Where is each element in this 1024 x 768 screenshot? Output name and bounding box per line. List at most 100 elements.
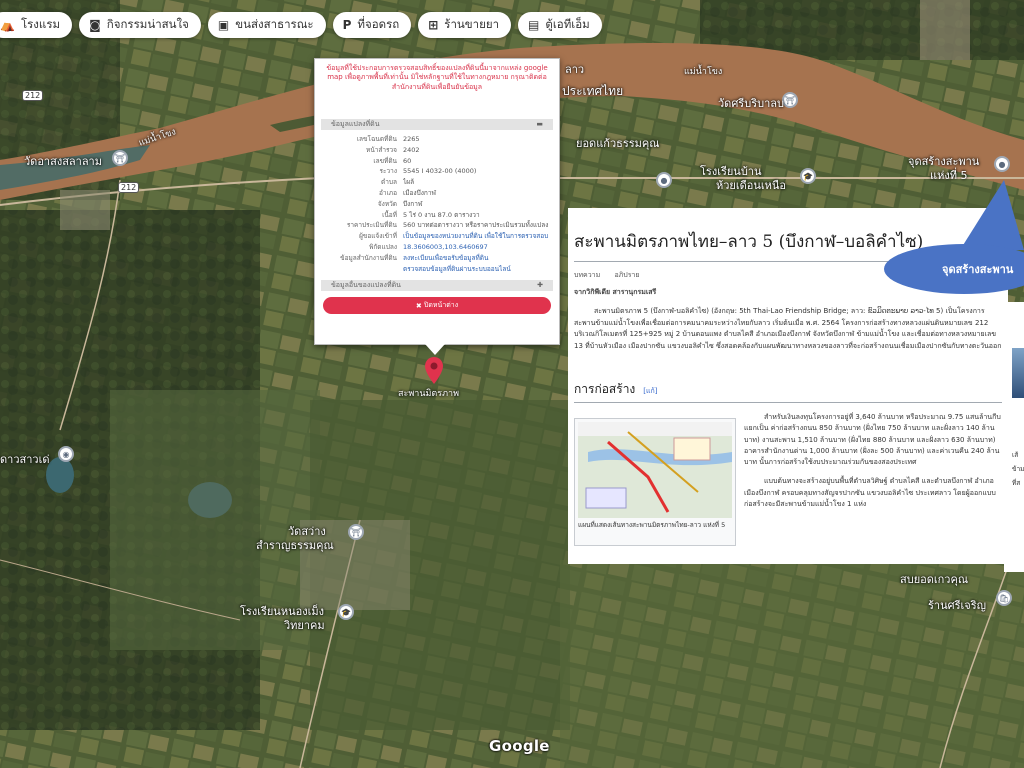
row-value: 5 ไร่ 0 งาน 87.0 ตารางวา xyxy=(403,210,480,219)
chip-label: ขนส่งสาธารณะ xyxy=(235,17,314,31)
row-key: เลขโฉนดที่ดิน xyxy=(356,135,397,143)
close-popup-button[interactable]: ✖ ปิดหน้าต่าง xyxy=(323,297,551,315)
school-poi-icon[interactable]: 🎓 xyxy=(800,168,816,184)
bus-icon: ▣ xyxy=(217,18,230,32)
parcel-row: เนื้อที่ 5 ไร่ 0 งาน 87.0 ตารางวา xyxy=(321,210,555,221)
shop-icon: ⊞ xyxy=(428,18,439,32)
chip-hotels[interactable]: ⛺ โรงแรม xyxy=(0,12,73,38)
parcel-row: หน้าสำรวจ 2402 xyxy=(321,145,555,156)
expand-icon[interactable]: ✚ xyxy=(537,280,543,291)
row-key: ข้อมูลสำนักงานที่ดิน xyxy=(340,253,397,262)
section-header[interactable]: ข้อมูลอื่นของแปลงที่ดิน ✚ xyxy=(321,280,553,292)
country-label-laos: ลาว xyxy=(565,63,585,76)
place-label[interactable]: สบยอดเกวคุณ xyxy=(900,570,968,588)
chip-label: ร้านขายยา xyxy=(444,17,500,31)
row-key: ตำบล xyxy=(381,178,397,187)
shop-poi-icon[interactable]: 🛍 xyxy=(996,590,1012,606)
row-value: 560 บาทต่อตารางวา หรือราคาประเมินรวมทั้ง… xyxy=(403,221,549,230)
row-link[interactable]: ตรวจสอบข้อมูลที่ดินผ่านระบบออนไลน์ xyxy=(403,264,555,275)
poi-icon[interactable]: ◉ xyxy=(58,446,74,462)
row-link[interactable]: เป็นข้อมูลของหน่วยงานที่ดิน เพื่อใช้ในกา… xyxy=(403,231,555,242)
place-label[interactable]: ร้านศรีเจริญ xyxy=(928,596,986,614)
section-title: ข้อมูลแปลงที่ดิน xyxy=(331,120,380,128)
parcel-row: ข้อมูลสำนักงานที่ดิน ลงทะเบียนเพื่อขอรับข… xyxy=(321,253,555,264)
row-value: 60 xyxy=(403,156,412,165)
satellite-map[interactable]: ลาว ประเทศไทย แม่น้ำโขง แม่น้ำโขง ⛩ วัดอ… xyxy=(0,0,1024,768)
row-key: ผู้ขอแจ้งเข้าที่ xyxy=(359,232,397,241)
row-key: เลขที่ดิน xyxy=(373,156,397,165)
popup-warning: ข้อมูลที่ใช้ประกอบการตรวจสอบสิทธิ์ของแปล… xyxy=(326,64,548,91)
google-logo: Google xyxy=(489,737,550,755)
parcel-row: ราคาประเมินที่ดิน 560 บาทต่อตารางวา หรือร… xyxy=(321,220,555,231)
route-map-image xyxy=(578,422,732,518)
parcel-row: ตำบล ไผล้ xyxy=(321,177,555,188)
parcel-row: เลขโฉนดที่ดิน 2265 xyxy=(321,134,555,145)
paragraph: สำหรับเงินลงทุนโครงการอยู่ที่ 3,640 ล้าน… xyxy=(744,413,1001,467)
chip-pharmacy[interactable]: ⊞ ร้านขายยา xyxy=(418,12,512,38)
popup-tail xyxy=(425,344,445,355)
row-link[interactable]: 18.3606003,103.6460697 xyxy=(403,242,555,253)
parcel-row: พิกัดแปลง 18.3606003,103.6460697 xyxy=(321,242,555,253)
chip-transit[interactable]: ▣ ขนส่งสาธารณะ xyxy=(207,12,326,38)
place-label[interactable]: ยอดแก้วธรรมคุณ xyxy=(576,134,659,152)
map-pin-icon[interactable] xyxy=(424,356,444,386)
atm-icon: ▤ xyxy=(528,18,540,32)
chip-activities[interactable]: ◙ กิจกรรมน่าสนใจ xyxy=(79,12,201,38)
marker-label: สะพานมิตรภาพ xyxy=(398,389,459,399)
section-heading-text: การก่อสร้าง xyxy=(574,382,636,396)
category-chip-bar: ⛺ โรงแรม ◙ กิจกรรมน่าสนใจ ▣ ขนส่งสาธารณะ Pท… xyxy=(0,12,602,38)
chip-label: กิจกรรมน่าสนใจ xyxy=(106,17,189,31)
parcel-info-popup: ข้อมูลที่ใช้ประกอบการตรวจสอบสิทธิ์ของแปล… xyxy=(314,58,560,345)
row-value: เมืองบึงกาฬ xyxy=(403,188,436,197)
place-label[interactable]: วัดศรีบริบาลบ xyxy=(718,94,784,112)
collapse-icon[interactable]: ▬ xyxy=(536,119,543,130)
row-value: 5545 I 4032-00 (4000) xyxy=(403,167,477,176)
bridge-poi-icon[interactable]: ● xyxy=(994,156,1010,172)
close-icon: ✖ xyxy=(415,301,424,310)
row-key: อำเภอ xyxy=(379,188,397,197)
chip-atm[interactable]: ▤ ตู้เอทีเอ็ม xyxy=(518,12,602,38)
place-label[interactable]: ดาวสาวเด่ xyxy=(0,450,49,468)
camera-icon: ◙ xyxy=(89,18,101,32)
construction-text: สำหรับเงินลงทุนโครงการอยู่ที่ 3,640 ล้าน… xyxy=(744,412,1002,510)
chip-parking[interactable]: P ที่จอดรถ xyxy=(332,12,412,38)
side-panel-fragment: เส้ ข้าม ที่ส xyxy=(1004,302,1024,572)
row-value: 2402 xyxy=(403,145,420,154)
side-text: ที่ส xyxy=(1012,479,1021,487)
temple-poi-icon[interactable]: ⛩ xyxy=(348,524,364,540)
parcel-row: ระวาง 5545 I 4032-00 (4000) xyxy=(321,166,555,177)
tab-talk[interactable]: อภิปราย xyxy=(614,271,639,279)
parcel-row: จังหวัด บึงกาฬ xyxy=(321,199,555,210)
temple-poi-icon[interactable]: ⛩ xyxy=(112,150,128,166)
side-image xyxy=(1012,348,1024,398)
article-lead: สะพานมิตรภาพ 5 (บึงกาฬ-บอลิคำไซ) (อังกฤษ… xyxy=(574,307,1002,350)
row-key: พิกัดแปลง xyxy=(369,242,397,251)
section-header[interactable]: ข้อมูลแปลงที่ดิน ▬ xyxy=(321,119,553,130)
parcel-row: อำเภอ เมืองบึงกาฬ xyxy=(321,188,555,199)
chip-label: ตู้เอทีเอ็ม xyxy=(545,17,590,31)
row-key: ระวาง xyxy=(379,167,397,176)
poi-icon[interactable]: ● xyxy=(656,172,672,188)
side-text: ข้าม xyxy=(1012,465,1024,473)
row-key xyxy=(321,264,403,275)
edit-link[interactable]: [แก้] xyxy=(643,387,657,395)
article-thumbnail[interactable]: แผนที่แสดงเส้นทางสะพานมิตรภาพไทย-ลาว แห่… xyxy=(574,418,736,546)
road-shield: 212 xyxy=(22,90,44,101)
road-shield: 212 xyxy=(118,182,140,193)
place-label[interactable]: สำราญธรรมคุณ xyxy=(256,536,334,554)
button-label: ปิดหน้าต่าง xyxy=(423,301,459,310)
row-value: ไผล้ xyxy=(403,178,415,187)
place-label[interactable]: ห้วยเดือนเหนือ xyxy=(716,176,786,194)
place-label[interactable]: วัดอาสงสลาลาม xyxy=(24,152,102,170)
school-poi-icon[interactable]: 🎓 xyxy=(338,604,354,620)
tab-article[interactable]: บทความ xyxy=(574,271,600,279)
row-key: จังหวัด xyxy=(377,199,397,208)
country-label-thailand: ประเทศไทย xyxy=(562,84,624,98)
parcel-table: เลขโฉนดที่ดิน 2265 หน้าสำรวจ 2402 เลขที่ดิน 6… xyxy=(321,134,555,274)
chip-label: ที่จอดรถ xyxy=(357,17,400,31)
temple-poi-icon[interactable]: ⛩ xyxy=(782,92,798,108)
place-label[interactable]: วิทยาคม xyxy=(284,616,325,634)
row-link[interactable]: ลงทะเบียนเพื่อขอรับข้อมูลที่ดิน xyxy=(403,253,555,264)
row-value: บึงกาฬ xyxy=(403,199,423,208)
parking-icon: P xyxy=(342,18,352,32)
